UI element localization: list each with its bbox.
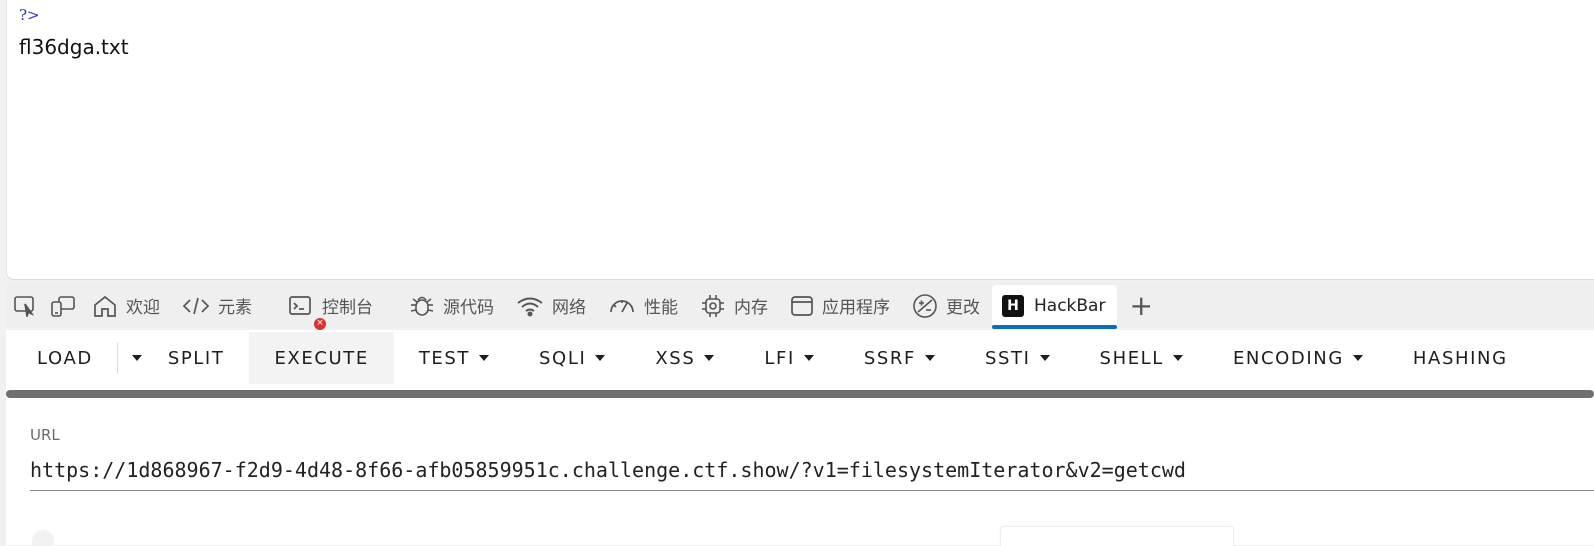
code-icon: [182, 297, 210, 314]
execute-label: EXECUTE: [274, 347, 369, 369]
device-emulation-icon: [51, 295, 75, 317]
chevron-down-icon: [479, 355, 490, 361]
url-input[interactable]: https://1d868967-f2d9-4d48-8f66-afb05859…: [30, 454, 1594, 491]
load-button[interactable]: LOAD: [6, 332, 117, 384]
chevron-down-icon: [595, 355, 606, 361]
console-error-badge: ×: [314, 317, 326, 330]
sqli-menu-button[interactable]: SQLI: [514, 332, 630, 384]
shell-label: SHELL: [1099, 347, 1164, 369]
speedometer-icon: [610, 299, 634, 312]
hackbar-toolbar: LOAD SPLIT EXECUTE TEST SQLI XSS LFI SSR…: [6, 332, 1594, 384]
tab-welcome[interactable]: 欢迎: [82, 285, 172, 327]
window-icon: [791, 295, 813, 316]
page-content: ?> fl36dga.txt: [6, 0, 1594, 280]
add-tab-button[interactable]: +: [1117, 288, 1164, 322]
encoding-label: ENCODING: [1232, 347, 1344, 369]
plus-icon: +: [1129, 288, 1153, 322]
ssrf-label: SSRF: [863, 347, 916, 369]
panel-stub: [1000, 526, 1234, 546]
chevron-down-icon: [1352, 355, 1363, 361]
sqli-label: SQLI: [539, 347, 587, 369]
hackbar-logo-icon: H: [1002, 294, 1024, 317]
toolbar-horizontal-scrollbar[interactable]: [6, 390, 1594, 398]
tab-sources[interactable]: 源代码: [399, 285, 506, 327]
tab-application-label: 应用程序: [822, 298, 890, 318]
tab-welcome-label: 欢迎: [126, 298, 160, 318]
tab-performance[interactable]: 性能: [598, 285, 690, 327]
php-close-tag: ?>: [19, 6, 40, 24]
split-button[interactable]: SPLIT: [156, 332, 250, 384]
chevron-down-icon: [131, 355, 142, 361]
tab-performance-label: 性能: [644, 298, 678, 318]
tab-network-label: 网络: [552, 298, 586, 318]
xss-label: XSS: [655, 347, 696, 369]
load-dropdown-button[interactable]: [118, 332, 156, 384]
tab-application[interactable]: 应用程序: [780, 285, 902, 327]
test-menu-button[interactable]: TEST: [394, 332, 514, 384]
chevron-down-icon: [803, 355, 814, 361]
lfi-menu-button[interactable]: LFI: [739, 332, 839, 384]
hashing-label: HASHING: [1412, 347, 1508, 369]
bug-icon: [410, 296, 434, 316]
tab-console-label: 控制台: [322, 298, 373, 318]
device-toolbar-button[interactable]: [44, 286, 82, 326]
shell-menu-button[interactable]: SHELL: [1075, 332, 1208, 384]
test-label: TEST: [418, 347, 471, 369]
split-label: SPLIT: [167, 347, 225, 369]
checkbox-stub: [32, 530, 54, 545]
wifi-icon: [517, 297, 543, 316]
inspect-icon: [14, 295, 35, 317]
tab-hackbar-label: HackBar: [1034, 295, 1106, 316]
chevron-down-icon: [924, 355, 935, 361]
chevron-down-icon: [704, 355, 715, 361]
chevron-down-icon: [1039, 355, 1050, 361]
tab-memory-label: 内存: [734, 298, 768, 318]
inspect-element-button[interactable]: [6, 286, 44, 326]
execute-button[interactable]: EXECUTE: [249, 332, 394, 384]
console-icon: [289, 295, 311, 315]
ssti-label: SSTI: [984, 347, 1031, 369]
changes-icon: [913, 293, 937, 318]
tab-elements[interactable]: 元素: [172, 285, 264, 327]
load-label: LOAD: [37, 347, 93, 369]
tab-network[interactable]: 网络: [506, 285, 598, 327]
encoding-menu-button[interactable]: ENCODING: [1208, 332, 1388, 384]
tab-changes-label: 更改: [946, 298, 980, 318]
chip-icon: [702, 294, 724, 317]
tab-changes[interactable]: 更改: [902, 285, 992, 327]
ssti-menu-button[interactable]: SSTI: [960, 332, 1075, 384]
xss-menu-button[interactable]: XSS: [630, 332, 739, 384]
chevron-down-icon: [1172, 355, 1183, 361]
tab-hackbar[interactable]: H HackBar: [992, 284, 1118, 329]
tab-sources-label: 源代码: [443, 298, 494, 318]
tab-console[interactable]: × 控制台: [278, 285, 385, 330]
hashing-menu-button[interactable]: HASHING: [1388, 332, 1533, 384]
lfi-label: LFI: [764, 347, 795, 369]
ssrf-menu-button[interactable]: SSRF: [839, 332, 960, 384]
output-text: fl36dga.txt: [19, 35, 129, 59]
devtools-tabbar: 欢迎 元素 × 控制台 源代码 网络 性能 内存 应用程序 更改 H HackB…: [6, 283, 1594, 330]
tab-elements-label: 元素: [218, 298, 252, 318]
home-icon: [94, 295, 116, 317]
tab-memory[interactable]: 内存: [690, 285, 780, 327]
hackbar-panel: LOAD SPLIT EXECUTE TEST SQLI XSS LFI SSR…: [6, 330, 1594, 546]
url-label: URL: [30, 426, 60, 444]
